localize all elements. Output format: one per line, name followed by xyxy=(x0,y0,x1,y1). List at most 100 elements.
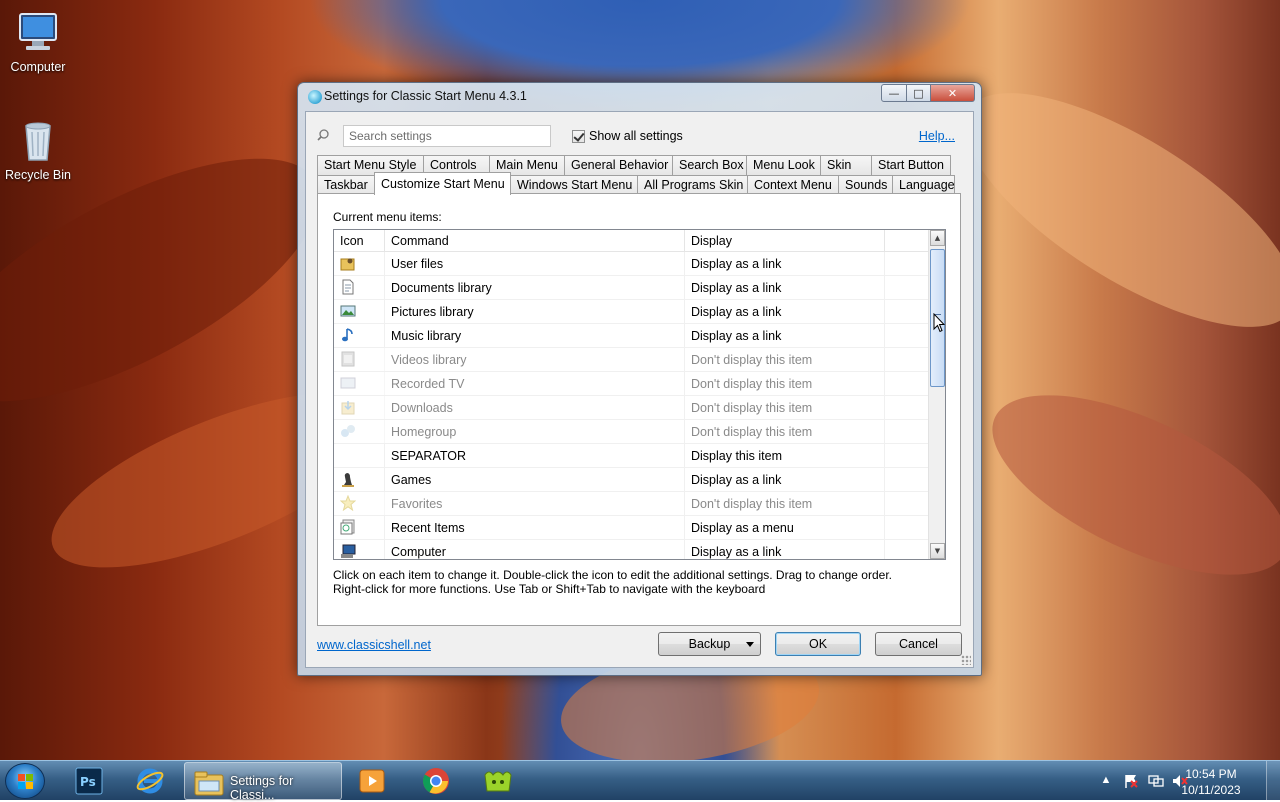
tab-context-menu[interactable]: Context Menu xyxy=(747,175,839,195)
tab-language[interactable]: Language xyxy=(892,175,955,195)
minimize-button[interactable]: — xyxy=(881,84,907,102)
scroll-up-arrow-icon[interactable]: ▲ xyxy=(930,230,945,246)
column-header-icon[interactable]: Icon xyxy=(334,230,385,251)
column-header-command[interactable]: Command xyxy=(385,230,685,251)
action-center-flag-icon[interactable] xyxy=(1123,774,1139,788)
menu-items-list[interactable]: Icon Command Display User files Display a… xyxy=(333,229,946,560)
taskbar-internet-explorer[interactable] xyxy=(121,762,179,800)
row-extra-cell xyxy=(885,324,929,347)
desktop-icon-label: Recycle Bin xyxy=(5,168,71,182)
row-command: Recent Items xyxy=(385,516,685,539)
caption-buttons: — □ ✕ xyxy=(881,84,975,102)
row-extra-cell xyxy=(885,396,929,419)
computer-icon[interactable] xyxy=(334,540,385,559)
hint-line-2: Right-click for more functions. Use Tab … xyxy=(333,582,766,596)
table-row[interactable]: Computer Display as a link xyxy=(334,540,929,559)
wallpaper-streak xyxy=(931,49,1280,371)
table-row[interactable]: Favorites Don't display this item xyxy=(334,492,929,516)
table-row[interactable]: Documents library Display as a link xyxy=(334,276,929,300)
tab-all-programs-skin[interactable]: All Programs Skin xyxy=(637,175,748,195)
table-row[interactable]: Games Display as a link xyxy=(334,468,929,492)
tab-search-box[interactable]: Search Box xyxy=(672,155,747,175)
row-display: Don't display this item xyxy=(685,372,885,395)
picture-icon[interactable] xyxy=(334,300,385,323)
scroll-down-arrow-icon[interactable]: ▼ xyxy=(930,543,945,559)
system-clock[interactable]: 10:54 PM 10/11/2023 xyxy=(1176,766,1246,798)
maximize-button[interactable]: □ xyxy=(907,84,931,102)
row-display: Display as a link xyxy=(685,300,885,323)
help-hint: Click on each item to change it. Double-… xyxy=(333,568,953,596)
taskbar-photoshop[interactable]: Ps xyxy=(60,762,118,800)
mouse-cursor-icon xyxy=(933,313,945,333)
cancel-button[interactable]: Cancel xyxy=(875,632,962,656)
column-header-display[interactable]: Display xyxy=(685,230,885,251)
table-row[interactable]: User files Display as a link xyxy=(334,252,929,276)
backup-button[interactable]: Backup xyxy=(658,632,761,656)
table-row[interactable]: Recent Items Display as a menu xyxy=(334,516,929,540)
search-input[interactable]: Search settings xyxy=(343,125,551,147)
photoshop-icon: Ps xyxy=(75,767,103,795)
row-extra-cell xyxy=(885,276,929,299)
row-extra-cell xyxy=(885,420,929,443)
close-button[interactable]: ✕ xyxy=(931,84,975,102)
tab-general-behavior[interactable]: General Behavior xyxy=(564,155,673,175)
hint-line-1: Click on each item to change it. Double-… xyxy=(333,568,892,582)
title-bar[interactable]: Settings for Classic Start Menu 4.3.1 — … xyxy=(298,83,981,111)
user-folder-icon[interactable] xyxy=(334,252,385,275)
table-row[interactable]: Homegroup Don't display this item xyxy=(334,420,929,444)
clock-date: 10/11/2023 xyxy=(1181,783,1241,797)
empty-icon-cell[interactable] xyxy=(334,444,385,467)
tab-skin[interactable]: Skin xyxy=(820,155,872,175)
row-display: Display as a link xyxy=(685,540,885,559)
tab-menu-look[interactable]: Menu Look xyxy=(746,155,821,175)
recent-items-icon[interactable] xyxy=(334,516,385,539)
show-desktop-button[interactable] xyxy=(1266,761,1280,801)
row-display: Display this item xyxy=(685,444,885,467)
ok-button[interactable]: OK xyxy=(775,632,861,656)
desktop-icon-computer[interactable]: Computer xyxy=(0,8,76,74)
table-row[interactable]: Videos library Don't display this item xyxy=(334,348,929,372)
tv-icon[interactable] xyxy=(334,372,385,395)
music-note-icon[interactable] xyxy=(334,324,385,347)
table-row[interactable]: Recorded TV Don't display this item xyxy=(334,372,929,396)
minimize-icon: — xyxy=(888,86,900,100)
taskbar: Ps Settings for Classi... ▲ 10:54 PM 10/… xyxy=(0,760,1280,802)
tab-start-button[interactable]: Start Button xyxy=(871,155,951,175)
vertical-scrollbar[interactable]: ▲ ▼ xyxy=(928,230,945,559)
computer-icon xyxy=(14,8,62,56)
table-row[interactable]: Downloads Don't display this item xyxy=(334,396,929,420)
row-display: Don't display this item xyxy=(685,492,885,515)
taskbar-chrome[interactable] xyxy=(407,762,465,800)
video-icon[interactable] xyxy=(334,348,385,371)
desktop-icon-recycle-bin[interactable]: Recycle Bin xyxy=(0,116,76,182)
clock-time: 10:54 PM xyxy=(1185,767,1237,781)
list-rows: User files Display as a link Documents lib… xyxy=(334,252,929,559)
backup-label: Backup xyxy=(688,637,731,651)
network-icon[interactable] xyxy=(1148,774,1164,788)
resize-grip-icon[interactable] xyxy=(961,655,971,665)
start-button[interactable] xyxy=(5,763,45,799)
tab-windows-start-menu[interactable]: Windows Start Menu xyxy=(510,175,638,195)
help-link[interactable]: Help... xyxy=(919,129,955,143)
taskbar-window-label: Settings for Classi... xyxy=(230,774,294,802)
tab-sounds[interactable]: Sounds xyxy=(838,175,893,195)
table-row[interactable]: Pictures library Display as a link xyxy=(334,300,929,324)
checkbox-checked-icon xyxy=(572,129,585,143)
star-icon[interactable] xyxy=(334,492,385,515)
tab-customize-start-menu[interactable]: Customize Start Menu xyxy=(374,172,511,195)
show-hidden-icons-icon[interactable]: ▲ xyxy=(1098,774,1114,788)
list-header: Icon Command Display xyxy=(334,230,929,252)
games-icon[interactable] xyxy=(334,468,385,491)
homegroup-icon[interactable] xyxy=(334,420,385,443)
taskbar-app-green[interactable] xyxy=(469,762,527,800)
row-display: Don't display this item xyxy=(685,420,885,443)
table-row[interactable]: Music library Display as a link xyxy=(334,324,929,348)
taskbar-media-player[interactable] xyxy=(343,762,401,800)
taskbar-settings-window[interactable]: Settings for Classi... xyxy=(184,762,342,802)
tab-taskbar[interactable]: Taskbar xyxy=(317,175,375,195)
document-icon[interactable] xyxy=(334,276,385,299)
table-row[interactable]: SEPARATOR Display this item xyxy=(334,444,929,468)
show-all-settings-checkbox[interactable]: Show all settings xyxy=(572,129,683,143)
downloads-icon[interactable] xyxy=(334,396,385,419)
classic-shell-website-link[interactable]: www.classicshell.net xyxy=(317,638,431,652)
